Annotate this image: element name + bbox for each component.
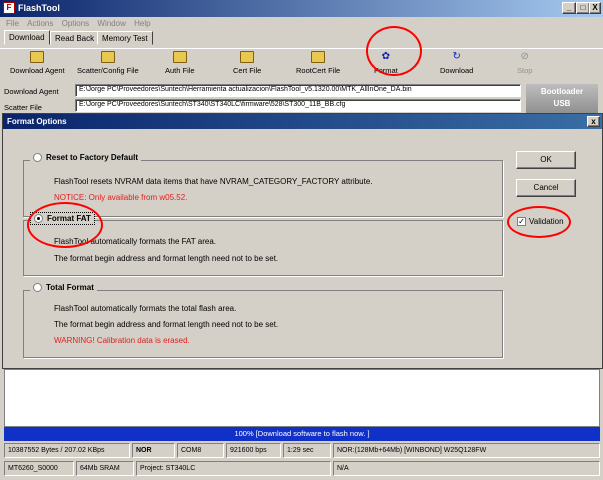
menu-file[interactable]: File	[6, 19, 19, 28]
rootcert-file-label: RootCert File	[296, 66, 341, 75]
folder-icon	[311, 51, 326, 63]
cert-file-label: Cert File	[233, 66, 262, 75]
stop-label: Stop	[517, 66, 533, 75]
dialog-close-button[interactable]: x	[587, 116, 600, 127]
maximize-button[interactable]: □	[576, 2, 590, 14]
status-bytes: 10387552 Bytes / 207.02 KBps	[4, 443, 130, 458]
total-format-warning: WARNING! Calibration data is erased.	[54, 336, 190, 345]
progress-bar: 100% [Download software to flash now. ]	[4, 427, 600, 441]
folder-icon	[240, 51, 255, 63]
download-button[interactable]: ↻ Download	[440, 51, 473, 75]
status-project: Project: ST340LC	[136, 461, 331, 476]
cancel-button[interactable]: Cancel	[516, 179, 576, 197]
format-fat-line2: The format begin address and format leng…	[54, 254, 279, 263]
auth-file-button[interactable]: Auth File	[165, 51, 195, 75]
menu-options[interactable]: Options	[62, 19, 90, 28]
status-port: COM8	[177, 443, 224, 458]
menu-bar: File Actions Options Window Help	[0, 17, 603, 31]
status-bar-2: MT6260_S0000 64Mb SRAM Project: ST340LC …	[4, 461, 600, 476]
annotation-circle	[366, 26, 422, 76]
total-format-group: Total Format FlashTool automatically for…	[23, 282, 503, 358]
status-chip: NOR:(128Mb+64Mb) [WINBOND] W25Q128FW	[333, 443, 600, 458]
total-format-radio[interactable]: Total Format	[30, 282, 97, 293]
total-format-line1: FlashTool automatically formats the tota…	[54, 304, 237, 313]
tab-download[interactable]: Download	[4, 30, 50, 45]
status-flash-type: NOR	[132, 443, 175, 458]
auth-file-label: Auth File	[165, 66, 195, 75]
download-agent-path[interactable]: E:\Jorge PC\Proveedores\Suntech\Herramie…	[75, 84, 521, 97]
menu-help[interactable]: Help	[134, 19, 150, 28]
cert-file-button[interactable]: Cert File	[233, 51, 261, 75]
scatter-config-button[interactable]: Scatter/Config File	[77, 51, 139, 75]
ok-button[interactable]: OK	[516, 151, 576, 169]
download-label: Download	[440, 66, 474, 75]
minimize-button[interactable]: _	[562, 2, 576, 14]
bootloader-usb-logo: Bootloader USB	[526, 84, 598, 114]
log-area[interactable]	[4, 369, 600, 427]
dialog-title-bar: Format Options x	[3, 114, 602, 129]
dialog-title: Format Options	[7, 117, 67, 126]
status-bar-1: 10387552 Bytes / 207.02 KBps NOR COM8 92…	[4, 443, 600, 458]
reset-label: Reset to Factory Default	[46, 153, 139, 162]
main-title-bar: F FlashTool _ □ X	[0, 0, 603, 17]
reset-description: FlashTool resets NVRAM data items that h…	[54, 177, 373, 186]
tab-read-back[interactable]: Read Back	[50, 31, 100, 45]
status-baud: 921600 bps	[226, 443, 281, 458]
scatter-path[interactable]: E:\Jorge PC\Proveedores\Suntech\ST340\ST…	[75, 99, 521, 112]
tab-memory-test[interactable]: Memory Test	[97, 31, 153, 45]
close-button[interactable]: X	[589, 2, 601, 14]
scatter-config-label: Scatter/Config File	[77, 66, 139, 75]
folder-icon	[100, 51, 115, 63]
reset-radio[interactable]: Reset to Factory Default	[30, 152, 142, 163]
menu-window[interactable]: Window	[97, 19, 125, 28]
total-format-line2: The format begin address and format leng…	[54, 320, 279, 329]
download-icon: ↻	[452, 51, 461, 62]
status-extra: N/A	[333, 461, 600, 476]
annotation-circle	[27, 202, 103, 248]
menu-actions[interactable]: Actions	[27, 19, 53, 28]
folder-icon	[30, 51, 45, 63]
download-agent-button[interactable]: Download Agent	[10, 51, 65, 75]
rootcert-file-button[interactable]: RootCert File	[296, 51, 340, 75]
stop-icon: ⊘	[520, 51, 529, 62]
status-cpu: MT6260_S0000	[4, 461, 74, 476]
stop-button[interactable]: ⊘ Stop	[517, 51, 532, 75]
toolbar: Download Agent Scatter/Config File Auth …	[0, 48, 603, 84]
scatter-row-label: Scatter File	[4, 103, 42, 112]
bootloader-text: Bootloader	[540, 87, 584, 96]
usb-text: USB	[553, 99, 571, 108]
reset-notice: NOTICE: Only available from w05.52.	[54, 193, 188, 202]
download-agent-row-label: Download Agent	[4, 87, 59, 96]
total-format-label: Total Format	[46, 283, 94, 292]
app-icon: F	[3, 2, 15, 14]
status-sram: 64Mb SRAM	[76, 461, 134, 476]
reset-group: Reset to Factory Default FlashTool reset…	[23, 152, 503, 217]
folder-icon	[172, 51, 187, 63]
radio-icon	[33, 153, 42, 162]
format-options-dialog: Format Options x Reset to Factory Defaul…	[2, 113, 603, 369]
download-agent-label: Download Agent	[10, 66, 65, 75]
status-time: 1:29 sec	[283, 443, 331, 458]
radio-icon	[33, 283, 42, 292]
window-title: FlashTool	[18, 3, 60, 13]
annotation-circle	[507, 206, 571, 238]
